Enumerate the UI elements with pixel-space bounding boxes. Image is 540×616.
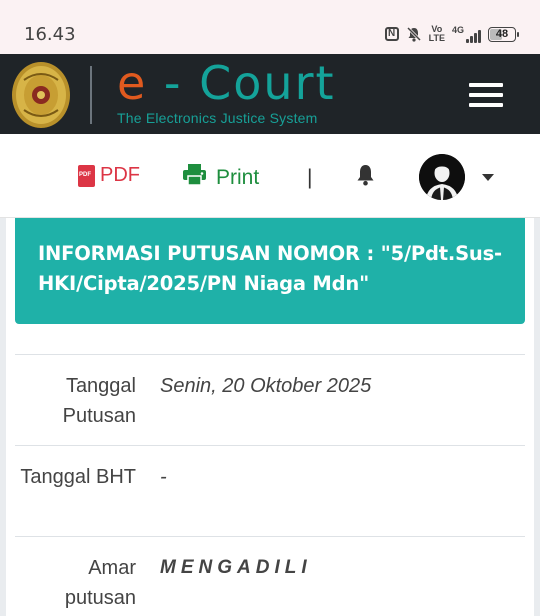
signal-icon: 4G [452,25,481,43]
detail-value: MENGADILI [160,557,312,578]
decision-detail-table: Tanggal Putusan Senin, 20 Oktober 2025 T… [15,354,525,616]
brand-court: - Court [147,56,336,110]
battery-level: 48 [495,28,509,40]
detail-value: - [160,466,167,488]
detail-label: Amar putusan [64,557,136,609]
pdf-label: PDF [100,164,140,186]
mute-bell-icon [406,26,422,42]
court-emblem-logo[interactable] [10,58,72,130]
brand-tagline: The Electronics Justice System [117,110,318,126]
caret-down-icon[interactable] [482,174,494,181]
volte-indicator: Vo LTE [429,25,445,43]
logo-divider [90,66,92,124]
user-avatar[interactable] [419,154,465,200]
toolbar: PDF Print | [0,134,540,218]
hamburger-menu-icon[interactable] [469,83,503,107]
print-button[interactable]: Print [183,164,259,191]
table-row: Tanggal BHT - [15,445,525,536]
nfc-icon: N [384,27,399,41]
table-row: Tanggal Putusan Senin, 20 Oktober 2025 [15,354,525,445]
pdf-file-icon [78,164,95,187]
print-label: Print [216,165,260,189]
bell-icon[interactable] [356,164,375,191]
toolbar-separator: | [307,166,313,189]
table-row: Amar putusan MENGADILI [15,536,525,616]
status-icons: N Vo LTE 4G 48 [384,24,519,44]
brand-e: e [117,56,148,110]
detail-label: Tanggal BHT [20,466,136,488]
battery-icon: 48 [488,26,519,42]
detail-label: Tanggal Putusan [62,375,136,427]
volte-line2: LTE [428,33,445,43]
printer-icon [183,164,206,191]
decision-info-banner: INFORMASI PUTUSAN NOMOR : "5/Pdt.Sus-HKI… [15,218,525,324]
pdf-button[interactable]: PDF [78,164,140,187]
detail-value: Senin, 20 Oktober 2025 [160,375,372,397]
status-time: 16.43 [24,24,76,45]
main-content: INFORMASI PUTUSAN NOMOR : "5/Pdt.Sus-HKI… [6,218,534,616]
brand-title: e - Court [117,56,336,110]
app-header: e - Court The Electronics Justice System [0,54,540,134]
network-type: 4G [451,25,464,35]
status-bar: 16.43 N Vo LTE 4G 48 [0,0,540,54]
